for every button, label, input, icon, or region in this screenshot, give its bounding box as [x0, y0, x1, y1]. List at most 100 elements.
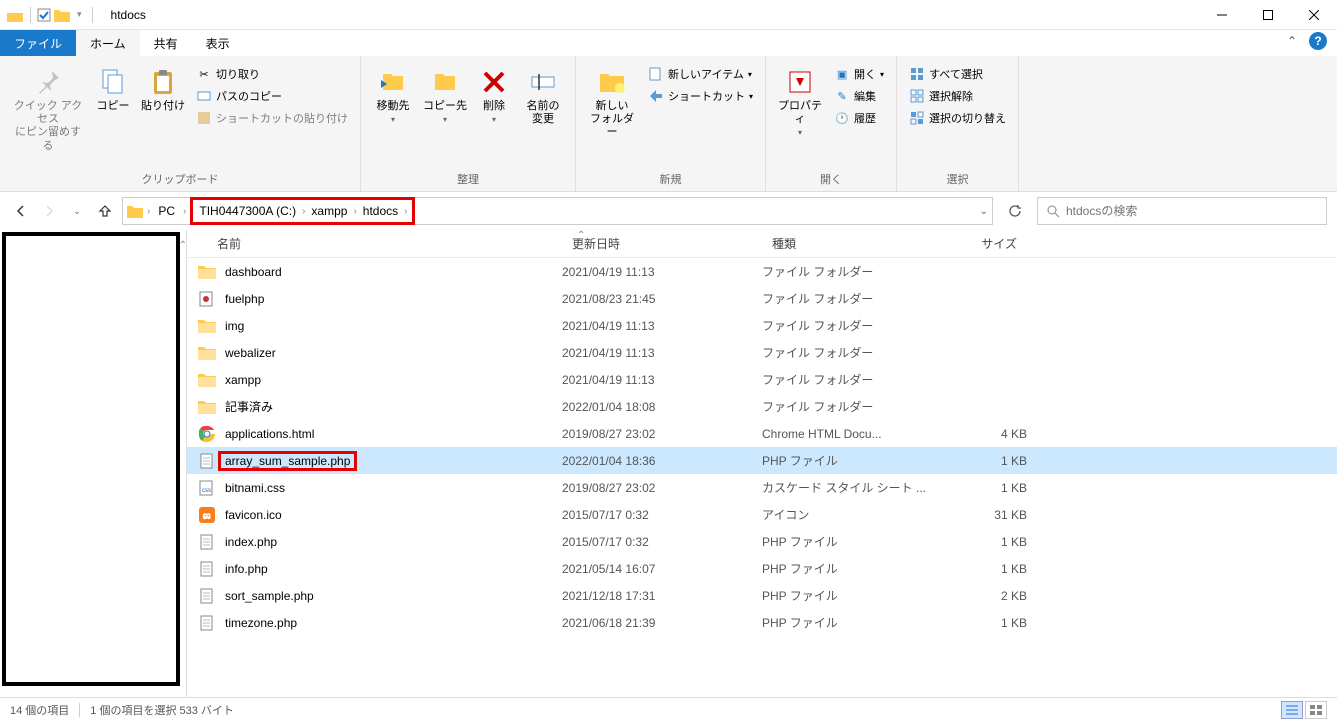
copy-button[interactable]: コピー: [92, 64, 134, 115]
tab-home[interactable]: ホーム: [76, 30, 140, 56]
file-date: 2021/08/23 21:45: [562, 292, 762, 306]
tab-share[interactable]: 共有: [140, 30, 192, 56]
new-folder-icon: [596, 66, 628, 98]
history-button[interactable]: 🕐履歴: [830, 108, 888, 128]
titlebar: ▾ htdocs: [0, 0, 1337, 30]
address-bar[interactable]: › PC › TIH0447300A (C:) › xampp › htdocs…: [122, 197, 993, 225]
column-header-name[interactable]: 名前: [187, 235, 562, 252]
copy-to-icon: [429, 66, 461, 98]
status-selection: 1 個の項目を選択 533 バイト: [90, 702, 234, 718]
new-item-icon: [648, 66, 664, 82]
file-row[interactable]: cssbitnami.css2019/08/27 23:02カスケード スタイル…: [187, 474, 1337, 501]
refresh-button[interactable]: [999, 197, 1031, 225]
column-header-type[interactable]: 種類: [762, 235, 927, 252]
file-name: webalizer: [225, 346, 562, 360]
minimize-button[interactable]: [1199, 0, 1245, 30]
open-button[interactable]: ▣開く ▾: [830, 64, 888, 84]
select-all-button[interactable]: すべて選択: [905, 64, 1010, 84]
maximize-button[interactable]: [1245, 0, 1291, 30]
file-type: ファイル フォルダー: [762, 344, 927, 361]
file-row[interactable]: array_sum_sample.php2022/01/04 18:36PHP …: [187, 447, 1337, 474]
copy-icon: [97, 66, 129, 98]
file-icon: [197, 289, 217, 309]
navigation-pane[interactable]: ⌃: [0, 230, 187, 697]
invert-selection-button[interactable]: 選択の切り替え: [905, 108, 1010, 128]
edit-button[interactable]: ✎編集: [830, 86, 888, 106]
file-size: 31 KB: [927, 508, 1027, 522]
file-size: 1 KB: [927, 562, 1027, 576]
file-row[interactable]: webalizer2021/04/19 11:13ファイル フォルダー: [187, 339, 1337, 366]
paste-shortcut-button[interactable]: ショートカットの貼り付け: [192, 108, 352, 128]
chevron-right-icon[interactable]: ›: [300, 206, 307, 217]
paste-button[interactable]: 貼り付け: [138, 64, 188, 115]
pin-to-quick-access-button[interactable]: クイック アクセス にピン留めする: [8, 64, 88, 155]
up-button[interactable]: [94, 200, 116, 222]
file-row[interactable]: sort_sample.php2021/12/18 17:31PHP ファイル2…: [187, 582, 1337, 609]
back-button[interactable]: [10, 200, 32, 222]
crumb-xampp[interactable]: xampp: [307, 202, 351, 220]
file-name: img: [225, 319, 562, 333]
file-date: 2021/04/19 11:13: [562, 373, 762, 387]
file-name: bitnami.css: [225, 481, 562, 495]
cut-button[interactable]: ✂切り取り: [192, 64, 352, 84]
recent-dropdown-icon[interactable]: ⌄: [66, 200, 88, 222]
file-row[interactable]: index.php2015/07/17 0:32PHP ファイル1 KB: [187, 528, 1337, 555]
crumb-htdocs[interactable]: htdocs: [359, 202, 402, 220]
delete-icon: [478, 66, 510, 98]
file-date: 2021/06/18 21:39: [562, 616, 762, 630]
move-to-button[interactable]: 移動先▾: [369, 64, 417, 126]
rename-button[interactable]: 名前の 変更: [519, 64, 567, 128]
file-row[interactable]: img2021/04/19 11:13ファイル フォルダー: [187, 312, 1337, 339]
easy-access-button[interactable]: ショートカット ▾: [644, 86, 757, 106]
file-row[interactable]: timezone.php2021/06/18 21:39PHP ファイル1 KB: [187, 609, 1337, 636]
chevron-right-icon[interactable]: ›: [145, 206, 152, 217]
collapse-ribbon-icon[interactable]: ⌃: [1287, 34, 1297, 48]
chevron-right-icon[interactable]: ›: [351, 206, 358, 217]
file-icon: css: [197, 478, 217, 498]
address-dropdown-icon[interactable]: ⌄: [980, 206, 988, 217]
column-header-size[interactable]: サイズ: [927, 235, 1027, 252]
search-input[interactable]: [1066, 204, 1318, 218]
file-row[interactable]: 記事済み2022/01/04 18:08ファイル フォルダー: [187, 393, 1337, 420]
properties-button[interactable]: プロパティ▾: [774, 64, 826, 139]
search-box[interactable]: [1037, 197, 1327, 225]
file-list: ⌃ 名前 更新日時 種類 サイズ dashboard2021/04/19 11:…: [187, 230, 1337, 697]
file-row[interactable]: info.php2021/05/14 16:07PHP ファイル1 KB: [187, 555, 1337, 582]
file-date: 2022/01/04 18:08: [562, 400, 762, 414]
delete-button[interactable]: 削除▾: [473, 64, 515, 126]
select-none-button[interactable]: 選択解除: [905, 86, 1010, 106]
details-view-button[interactable]: [1281, 701, 1303, 719]
new-item-button[interactable]: 新しいアイテム ▾: [644, 64, 757, 84]
file-date: 2022/01/04 18:36: [562, 454, 762, 468]
new-folder-button[interactable]: 新しい フォルダー: [584, 64, 640, 142]
chevron-right-icon[interactable]: ›: [181, 206, 188, 217]
file-icon: [197, 262, 217, 282]
file-row[interactable]: xampp2021/04/19 11:13ファイル フォルダー: [187, 366, 1337, 393]
crumb-drive[interactable]: TIH0447300A (C:): [195, 202, 300, 220]
icons-view-button[interactable]: [1305, 701, 1327, 719]
chevron-right-icon[interactable]: ›: [402, 206, 409, 217]
file-size: 2 KB: [927, 589, 1027, 603]
file-row[interactable]: dashboard2021/04/19 11:13ファイル フォルダー: [187, 258, 1337, 285]
paste-icon: [147, 66, 179, 98]
copy-to-button[interactable]: コピー先▾: [421, 64, 469, 126]
close-button[interactable]: [1291, 0, 1337, 30]
file-row[interactable]: ജfavicon.ico2015/07/17 0:32アイコン31 KB: [187, 501, 1337, 528]
column-header-date[interactable]: 更新日時: [562, 235, 762, 252]
tab-file[interactable]: ファイル: [0, 30, 76, 56]
file-row[interactable]: applications.html2019/08/27 23:02Chrome …: [187, 420, 1337, 447]
qat-folder-icon[interactable]: [53, 6, 71, 24]
shortcut-icon: [648, 88, 664, 104]
qat-checkbox-icon[interactable]: [37, 8, 51, 22]
file-date: 2021/04/19 11:13: [562, 346, 762, 360]
file-type: ファイル フォルダー: [762, 263, 927, 280]
qat-dropdown-icon[interactable]: ▾: [73, 9, 86, 20]
file-row[interactable]: fuelphp2021/08/23 21:45ファイル フォルダー: [187, 285, 1337, 312]
tab-view[interactable]: 表示: [192, 30, 244, 56]
file-type: カスケード スタイル シート ...: [762, 479, 927, 496]
file-date: 2019/08/27 23:02: [562, 427, 762, 441]
help-icon[interactable]: ?: [1309, 32, 1327, 50]
crumb-pc[interactable]: PC: [154, 202, 179, 220]
forward-button[interactable]: [38, 200, 60, 222]
copy-path-button[interactable]: パスのコピー: [192, 86, 352, 106]
